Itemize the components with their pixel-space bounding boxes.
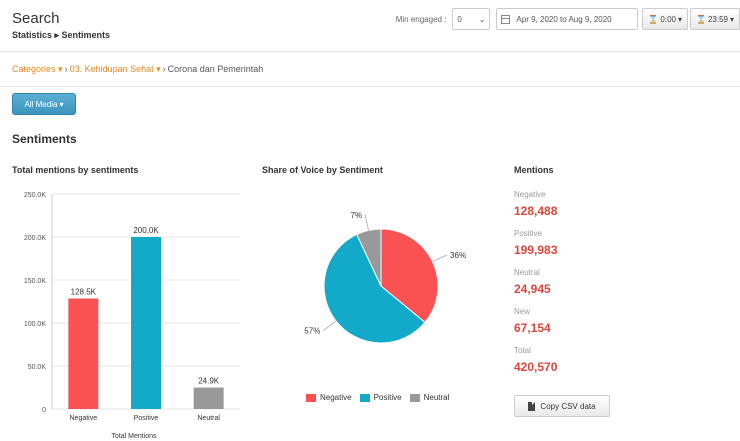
positive-label: Positive <box>514 229 543 238</box>
date-range-value: Apr 9, 2020 to Aug 9, 2020 <box>516 14 612 24</box>
neutral-count: 24,945 <box>514 282 551 296</box>
negative-count: 128,488 <box>514 204 558 218</box>
total-count: 420,570 <box>514 360 558 374</box>
new-count: 67,154 <box>514 321 551 335</box>
caret-down-icon: ▾ <box>59 99 64 109</box>
bar-data-label: 200.0K <box>133 226 159 235</box>
end-time-button[interactable]: ⌛ 23:59 ▾ <box>689 8 740 30</box>
copy-csv-button[interactable]: Copy CSV data <box>514 395 610 417</box>
bar-chart-title: Total mentions by sentiments <box>12 165 139 175</box>
subcategory-link[interactable]: 03. Kehidupan Sehat ▾ <box>70 64 161 74</box>
page-title: Search <box>12 10 60 27</box>
x-tick-label: Neutral <box>197 415 220 422</box>
legend-swatch <box>306 393 316 402</box>
chevron-down-icon: ⌄ <box>478 14 486 24</box>
negative-label: Negative <box>514 190 546 199</box>
category-breadcrumb: Categories ▾ › 03. Kehidupan Sehat ▾ › Coron… <box>12 64 263 75</box>
calendar-icon <box>501 14 511 24</box>
legend-label: Neutral <box>423 393 450 402</box>
breadcrumb: Statistics ▸ Sentiments <box>12 30 111 40</box>
y-tick-label: 200.0K <box>24 235 47 242</box>
document-icon <box>528 401 536 411</box>
section-title: Sentiments <box>12 132 77 146</box>
caret-down-icon: ▾ <box>677 14 682 24</box>
breadcrumb-separator: › <box>64 64 68 74</box>
pie-data-label: 7% <box>351 211 363 220</box>
legend-swatch <box>359 393 370 402</box>
neutral-label: Neutral <box>514 268 540 277</box>
hourglass-icon: ⌛ <box>648 14 659 24</box>
bar-data-label: 24.9K <box>198 377 220 386</box>
categories-link[interactable]: Categories ▾ <box>12 64 63 74</box>
y-tick-label: 150.0K <box>24 278 47 285</box>
x-tick-label: Positive <box>134 415 159 422</box>
date-controls: Min engaged : 0 ⌄ Apr 9, 2020 to Aug 9, … <box>396 8 740 30</box>
min-engaged-label: Min engaged : <box>395 14 447 24</box>
x-tick-label: Negative <box>70 415 98 422</box>
start-time-button[interactable]: ⌛ 0:00 ▾ <box>642 8 688 30</box>
legend-swatch <box>409 393 420 402</box>
min-engaged-select[interactable]: 0 ⌄ <box>452 8 491 30</box>
hourglass-icon: ⌛ <box>695 14 706 24</box>
all-media-label: All Media <box>24 99 58 109</box>
legend-item-negative[interactable]: Negative <box>306 393 352 402</box>
pie-chart: 36% 57% 7% <box>304 211 466 344</box>
bar-chart: 0 50.0K 100.0K 150.0K 200.0K 250.0K 128.5K Nega… <box>24 192 240 440</box>
legend-label: Negative <box>320 393 352 402</box>
y-tick-label: 250.0K <box>24 192 47 199</box>
pie-chart-title: Share of Voice by Sentiment <box>262 165 383 175</box>
pie-data-label: 57% <box>304 327 320 336</box>
x-axis-label: Total Mentions <box>111 433 157 440</box>
page-header: Search Statistics ▸ Sentiments Min engag… <box>0 0 740 52</box>
pie-legend: Negative Positive Neutral <box>306 393 457 402</box>
all-media-button[interactable]: All Media ▾ <box>12 93 76 115</box>
current-category: Corona dan Pemerintah <box>167 64 264 74</box>
bar-positive <box>131 237 161 409</box>
total-label: Total <box>514 346 531 355</box>
pie-label-connector <box>323 320 337 332</box>
legend-label: Positive <box>373 393 402 402</box>
caret-down-icon: ▾ <box>729 14 734 24</box>
copy-csv-label: Copy CSV data <box>540 401 596 411</box>
y-tick-label: 100.0K <box>24 321 47 328</box>
min-engaged-value: 0 <box>457 14 462 24</box>
positive-count: 199,983 <box>514 243 558 257</box>
mentions-title: Mentions <box>514 165 554 175</box>
legend-item-positive[interactable]: Positive <box>359 393 402 402</box>
end-time-value: 23:59 <box>707 14 728 24</box>
breadcrumb-separator: › <box>162 64 166 74</box>
bar-negative <box>68 298 99 409</box>
filter-bar: Categories ▾ › 03. Kehidupan Sehat ▾ › Coron… <box>0 53 740 87</box>
bar-data-label: 128.5K <box>71 287 97 296</box>
y-tick-label: 50.0K <box>28 364 47 371</box>
pie-data-label: 36% <box>450 251 466 260</box>
y-tick-label: 0 <box>42 407 46 414</box>
bar-neutral <box>193 387 224 409</box>
start-time-value: 0:00 <box>660 14 676 24</box>
pie-label-connector <box>432 254 448 263</box>
new-label: New <box>514 307 531 316</box>
legend-item-neutral[interactable]: Neutral <box>409 393 450 402</box>
pie-label-connector <box>364 214 369 231</box>
date-range-input[interactable]: Apr 9, 2020 to Aug 9, 2020 <box>496 8 639 30</box>
